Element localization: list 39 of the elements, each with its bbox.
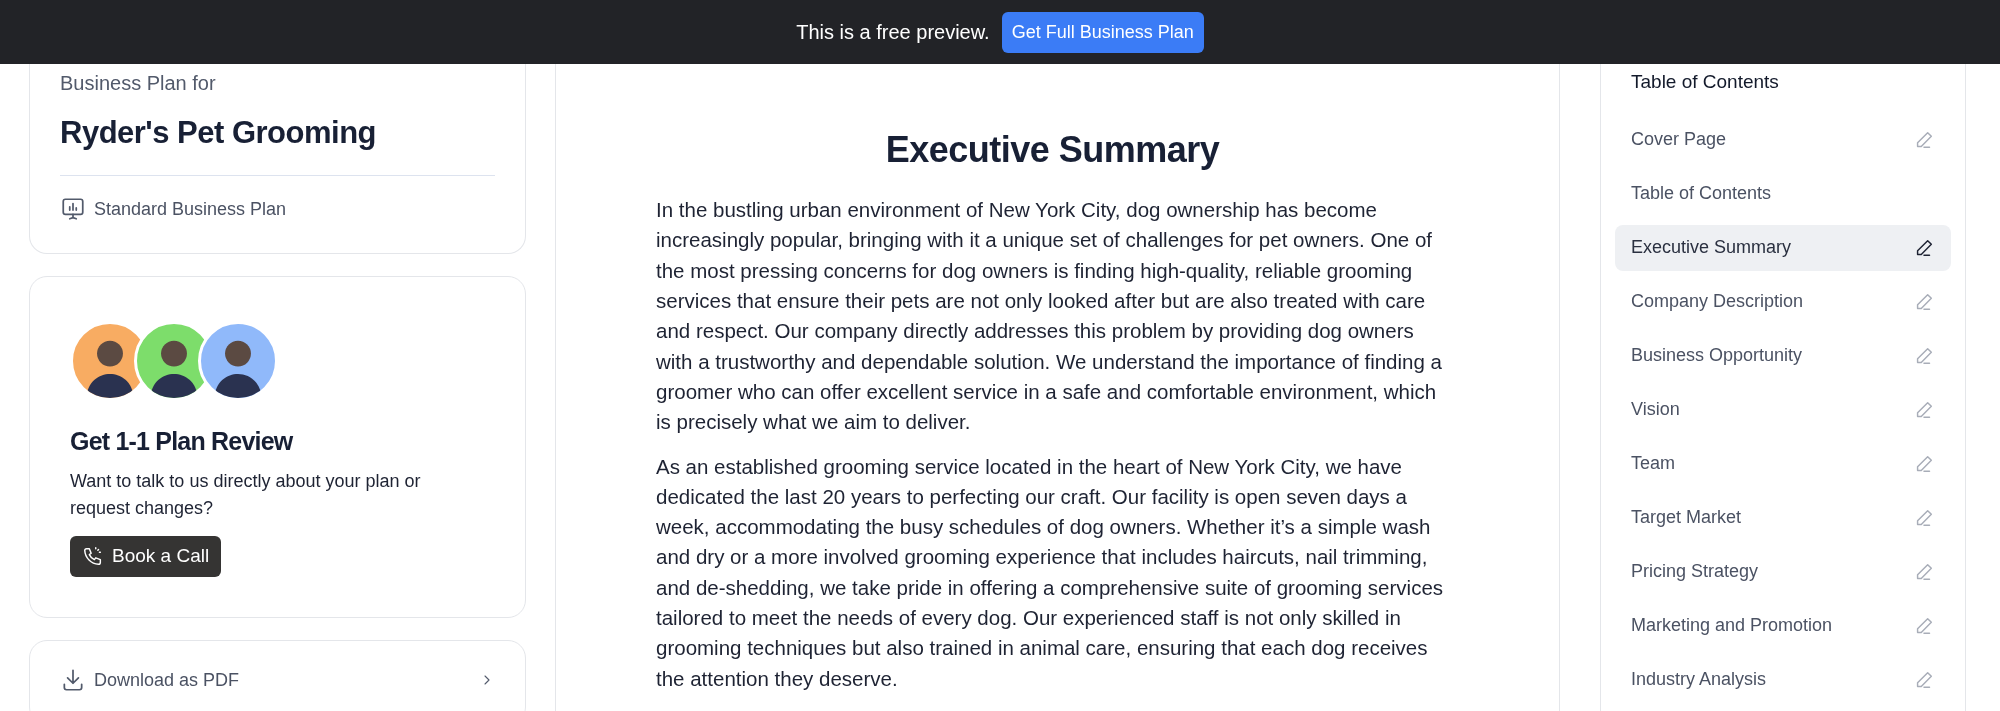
body-paragraph: In the bustling urban environment of New York City, dog ownership has become increasingly popular, bringing with it a unique set of challenges for pet owners. One of the most pressing concerns for dog owners is finding high-quality, reliable grooming services that ensure their pets are not only looked after but are also treated with care and respect. Our company directly addresses this problem by providing dog owners with a trustworthy and dependable solution. We understand the importance of finding a groomer who can offer excellent service in a safe and comfortable environment, which is precisely what we aim to deliver.	[656, 197, 1443, 436]
toc-item-label: Pricing Strategy	[1631, 560, 1759, 583]
toc-item-label: Cover Page	[1631, 128, 1727, 151]
toc-item[interactable]: Business Opportunity	[1615, 332, 1951, 379]
toc-item-label: Industry Analysis	[1631, 668, 1767, 691]
review-text: Want to talk to us directly about your plan or request changes?	[70, 470, 422, 520]
toc-item[interactable]: Executive Summary	[1615, 224, 1951, 271]
toc-item-label: Target Market	[1631, 506, 1742, 529]
toc-item-label: Marketing and Promotion	[1631, 614, 1833, 637]
toc-item-label: Team	[1631, 452, 1675, 475]
toc-item[interactable]: Cover Page	[1615, 116, 1951, 163]
toc-item[interactable]: Target Market	[1615, 494, 1951, 541]
get-plan-button[interactable]: Get Full Business Plan	[1001, 11, 1204, 53]
toc-item[interactable]: Company Description	[1615, 278, 1951, 325]
section-heading: Executive Summary	[884, 128, 1221, 172]
plan-title: Ryder's Pet Grooming	[60, 114, 378, 152]
plan-type: Standard Business Plan	[94, 197, 287, 221]
toc-item-label: Business Opportunity	[1631, 344, 1803, 367]
toc-item[interactable]: Vision	[1615, 386, 1951, 433]
toc-item-label: Executive Summary	[1631, 236, 1792, 259]
download-card[interactable]: Download as PDF	[29, 639, 526, 711]
toc-item[interactable]: Marketing and Promotion	[1615, 602, 1951, 649]
toc-item[interactable]: Industry Analysis	[1615, 656, 1951, 703]
toc-item[interactable]: Pricing Strategy	[1615, 548, 1951, 595]
toc-item[interactable]: Team	[1615, 440, 1951, 487]
toc-item-label: Table of Contents	[1631, 182, 1772, 205]
phone-icon	[82, 545, 104, 568]
preview-message: This is a free preview.	[796, 20, 990, 45]
toc-item-label: Company Description	[1631, 290, 1804, 313]
toc-item-label: Vision	[1631, 398, 1680, 421]
download-label: Download as PDF	[94, 668, 241, 692]
plan-eyebrow: Business Plan for	[60, 71, 217, 96]
toc-item[interactable]: Table of Contents	[1615, 170, 1951, 217]
review-title: Get 1-1 Plan Review	[70, 425, 294, 457]
toc-title: Table of Contents	[1630, 70, 1780, 94]
book-call-button[interactable]: Book a Call	[70, 536, 222, 577]
download-icon	[60, 667, 86, 693]
body-paragraph: As an established grooming service located in the heart of New York City, we have dedicated the last 20 years to perfecting our craft. Our facility is open seven days a week, accommodating the busy schedules of dog owners. Whether it’s a simple wash and dry or a more involved grooming experience that includes haircuts, nail trimming, and de-shedding, we take pride in offering a comprehensive suite of grooming services tailored to meet the needs of every dog. Our experienced staff is not only skilled in grooming techniques but also trained in animal care, ensuring that each dog receives the attention they deserve.	[656, 453, 1445, 692]
presentation-chart-icon	[60, 196, 86, 222]
